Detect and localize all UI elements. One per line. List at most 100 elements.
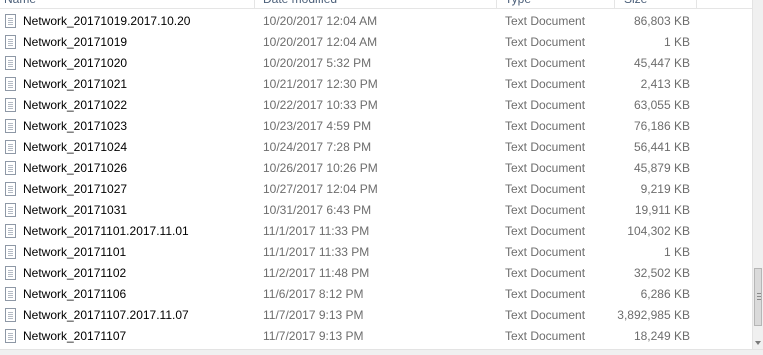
file-name: Network_20171022 (23, 98, 128, 112)
file-size: 104,302 KB (627, 224, 690, 238)
scroll-down-arrow-icon[interactable] (755, 341, 761, 345)
file-name: Network_20171027 (23, 182, 128, 196)
file-name: Network_20171026 (23, 161, 128, 175)
file-type: Text Document (505, 308, 586, 322)
file-size: 1 KB (663, 35, 690, 49)
file-size: 45,879 KB (633, 161, 690, 175)
text-file-icon (5, 98, 16, 112)
file-type: Text Document (505, 203, 586, 217)
file-row[interactable]: Network_20171107.2017.11.07 11/7/2017 9:1… (0, 305, 752, 326)
file-size: 63,055 KB (633, 98, 690, 112)
file-row[interactable]: Network_20171023 10/23/2017 4:59 PM Text D… (0, 116, 752, 137)
horizontal-scrollbar[interactable] (0, 349, 763, 355)
file-name: Network_20171031 (23, 203, 128, 217)
column-header-date-modified[interactable]: Date modified (259, 0, 497, 8)
file-size: 2,413 KB (640, 77, 690, 91)
file-row[interactable]: Network_20171022 10/22/2017 10:33 PM Text … (0, 95, 752, 116)
file-name: Network_20171024 (23, 140, 128, 154)
text-file-icon (5, 203, 16, 217)
file-date-modified: 11/6/2017 8:12 PM (263, 287, 364, 301)
file-type: Text Document (505, 35, 586, 49)
file-row[interactable]: Network_20171031 10/31/2017 6:43 PM Text D… (0, 200, 752, 221)
file-type: Text Document (505, 182, 586, 196)
file-size: 32,502 KB (633, 266, 690, 280)
column-header-name[interactable]: Name (0, 0, 255, 8)
file-name: Network_20171019 (23, 35, 128, 49)
vertical-scrollbar[interactable] (752, 0, 763, 349)
file-name: Network_20171107 (23, 329, 127, 343)
text-file-icon (5, 224, 16, 238)
file-name: Network_20171023 (23, 119, 128, 133)
file-type: Text Document (505, 98, 586, 112)
text-file-icon (5, 140, 16, 154)
file-type: Text Document (505, 119, 586, 133)
text-file-icon (5, 329, 16, 343)
file-type: Text Document (505, 77, 586, 91)
file-name: Network_20171021 (23, 77, 128, 91)
file-name: Network_20171101.2017.11.01 (23, 224, 189, 238)
file-size: 18,249 KB (633, 329, 690, 343)
file-row[interactable]: Network_20171019.2017.10.20 10/20/2017 12… (0, 11, 752, 32)
file-row[interactable]: Network_20171101.2017.11.01 11/1/2017 11:… (0, 221, 752, 242)
file-type: Text Document (505, 224, 586, 238)
text-file-icon (5, 56, 16, 70)
grip-line (757, 293, 761, 294)
file-row[interactable]: Network_20171021 10/21/2017 12:30 PM Text … (0, 74, 752, 95)
file-name: Network_20171102 (23, 266, 127, 280)
file-date-modified: 11/1/2017 11:33 PM (263, 224, 370, 238)
file-size: 1 KB (663, 245, 690, 259)
file-date-modified: 10/31/2017 6:43 PM (263, 203, 372, 217)
text-file-icon (5, 119, 16, 133)
file-row[interactable]: Network_20171020 10/20/2017 5:32 PM Text D… (0, 53, 752, 74)
text-file-icon (5, 308, 16, 322)
scrollbar-thumb[interactable] (754, 268, 762, 326)
file-size: 9,219 KB (640, 182, 690, 196)
text-file-icon (5, 245, 16, 259)
file-size: 19,911 KB (634, 203, 690, 217)
file-date-modified: 10/27/2017 12:04 PM (263, 182, 378, 196)
file-type: Text Document (505, 266, 586, 280)
file-type: Text Document (505, 140, 586, 154)
file-row[interactable]: Network_20171019 10/20/2017 12:04 AM Text … (0, 32, 752, 53)
file-row[interactable]: Network_20171026 10/26/2017 10:26 PM Text … (0, 158, 752, 179)
file-type: Text Document (505, 245, 586, 259)
file-date-modified: 11/2/2017 11:48 PM (263, 266, 370, 280)
file-explorer-window: Name Date modified Type Size Network_201… (0, 0, 763, 355)
text-file-icon (5, 14, 16, 28)
text-file-icon (5, 182, 16, 196)
text-file-icon (5, 35, 16, 49)
file-row[interactable]: Network_20171106 11/6/2017 8:12 PM Text Do… (0, 284, 752, 305)
file-row[interactable]: Network_20171107 11/7/2017 9:13 PM Text Do… (0, 326, 752, 347)
file-size: 6,286 KB (640, 287, 690, 301)
file-type: Text Document (505, 329, 586, 343)
file-name: Network_20171101 (23, 245, 127, 259)
file-date-modified: 11/7/2017 9:13 PM (263, 329, 364, 343)
text-file-icon (5, 161, 16, 175)
column-header-bar: Name Date modified Type Size (0, 0, 752, 9)
file-name: Network_20171019.2017.10.20 (23, 14, 191, 28)
file-size: 76,186 KB (633, 119, 690, 133)
file-name: Network_20171106 (23, 287, 127, 301)
file-row[interactable]: Network_20171102 11/2/2017 11:48 PM Text D… (0, 263, 752, 284)
file-date-modified: 10/20/2017 12:04 AM (263, 35, 378, 49)
file-size: 56,441 KB (633, 140, 690, 154)
file-size: 45,447 KB (633, 56, 690, 70)
text-file-icon (5, 77, 16, 91)
file-type: Text Document (505, 56, 586, 70)
column-header-size[interactable]: Size (620, 0, 697, 8)
file-row[interactable]: Network_20171024 10/24/2017 7:28 PM Text D… (0, 137, 752, 158)
column-header-type[interactable]: Type (501, 0, 615, 8)
file-date-modified: 10/22/2017 10:33 PM (263, 98, 378, 112)
file-date-modified: 10/23/2017 4:59 PM (263, 119, 372, 133)
file-row[interactable]: Network_20171027 10/27/2017 12:04 PM Text … (0, 179, 752, 200)
file-size: 3,892,985 KB (617, 308, 690, 322)
file-type: Text Document (505, 161, 586, 175)
file-date-modified: 10/26/2017 10:26 PM (263, 161, 378, 175)
file-date-modified: 10/24/2017 7:28 PM (263, 140, 372, 154)
grip-line (757, 296, 761, 297)
file-date-modified: 11/1/2017 11:33 PM (263, 245, 370, 259)
text-file-icon (5, 287, 16, 301)
file-list: Network_20171019.2017.10.20 10/20/2017 12… (0, 11, 752, 347)
file-date-modified: 10/21/2017 12:30 PM (263, 77, 378, 91)
file-row[interactable]: Network_20171101 11/1/2017 11:33 PM Text D… (0, 242, 752, 263)
